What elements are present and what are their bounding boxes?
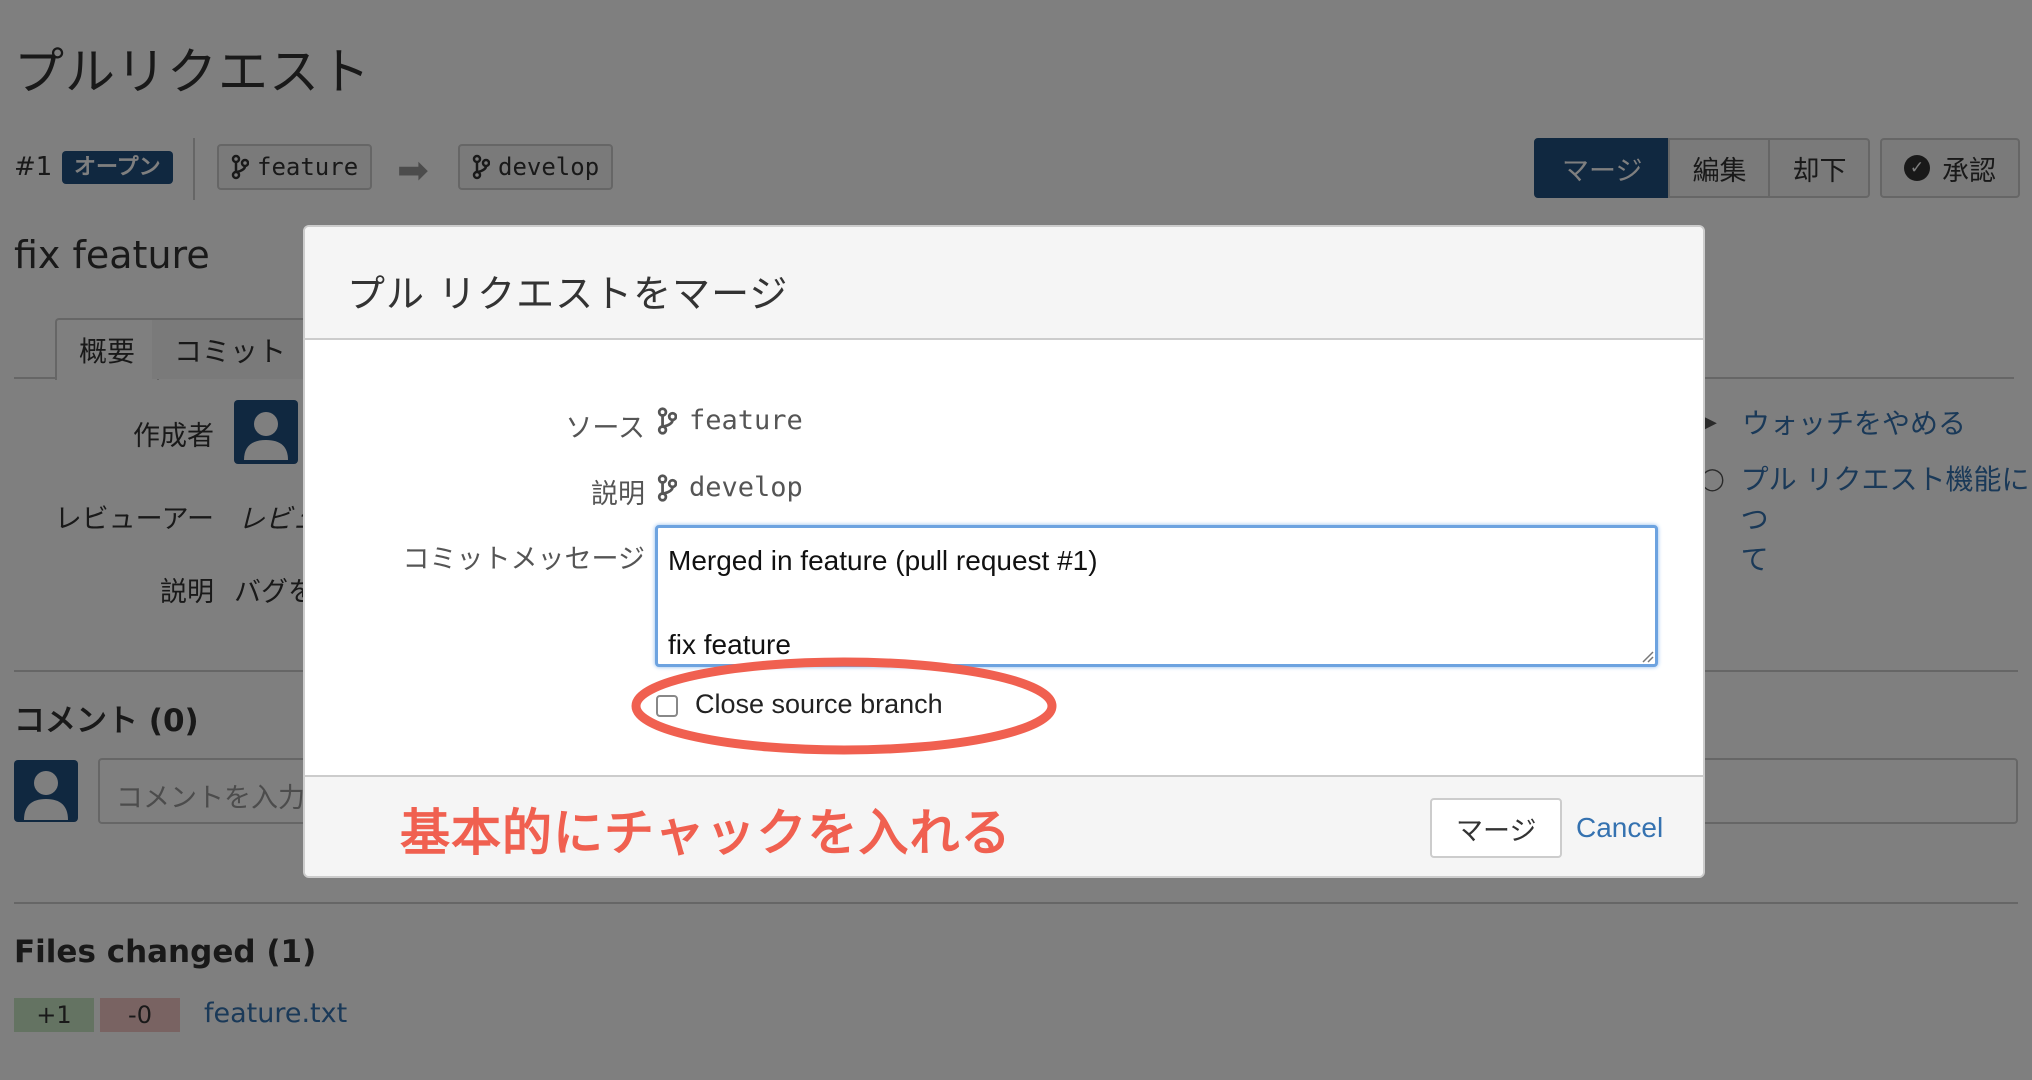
source-branch: feature <box>657 405 803 436</box>
close-source-branch-label[interactable]: Close source branch <box>695 689 943 720</box>
commit-message-textarea[interactable]: Merged in feature (pull request #1) fix … <box>655 525 1658 667</box>
destination-branch-name: develop <box>689 472 803 503</box>
close-source-branch-checkbox[interactable] <box>656 695 678 717</box>
branch-icon <box>657 473 677 502</box>
destination-label: 説明 <box>591 479 645 510</box>
dialog-title: プル リクエストをマージ <box>347 272 789 316</box>
branch-icon <box>657 406 677 435</box>
resize-grip-icon[interactable] <box>1638 647 1654 663</box>
annotation-text: 基本的にチャックを入れる <box>400 804 1012 862</box>
cancel-link[interactable]: Cancel <box>1576 812 1663 844</box>
destination-branch: develop <box>657 472 803 503</box>
source-label: ソース <box>565 413 645 444</box>
merge-dialog: プル リクエストをマージ ソース feature 説明 develop コミット… <box>303 225 1705 878</box>
commit-message-label: コミットメッセージ <box>402 544 645 575</box>
source-branch-name: feature <box>689 405 803 436</box>
dialog-merge-button[interactable]: マージ <box>1430 798 1563 858</box>
